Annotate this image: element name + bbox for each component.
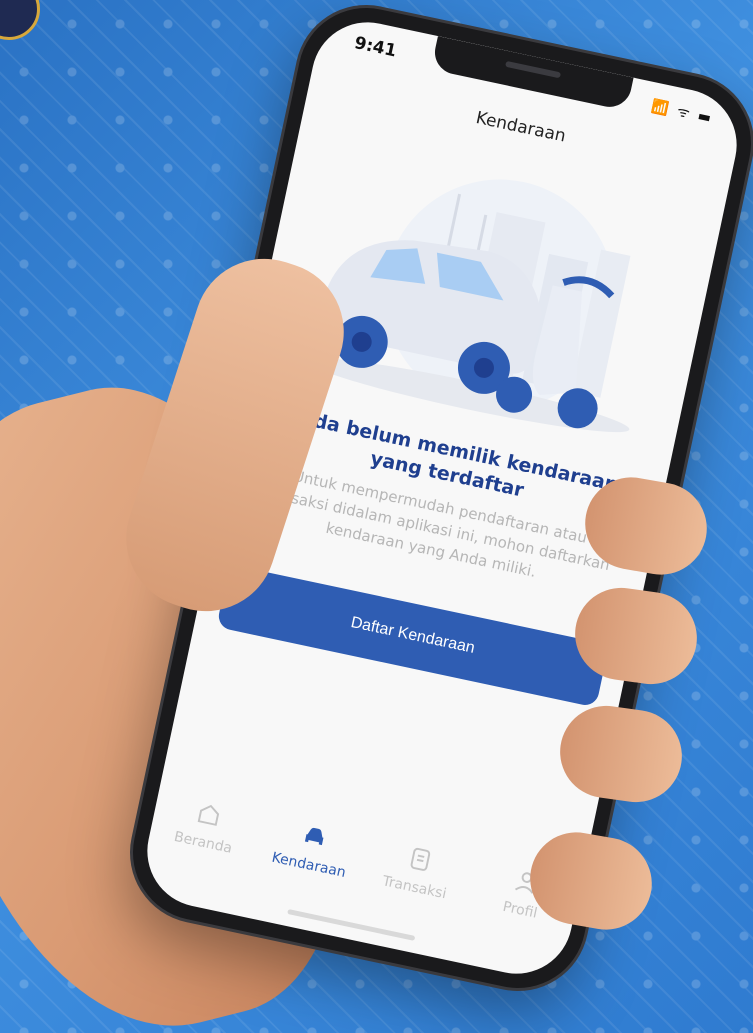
bottom-tab-bar: Beranda Kendaraan Transaksi Profil	[144, 771, 585, 949]
status-time: 9:41	[352, 33, 399, 62]
status-icons: 📶 ᯤ ▬	[650, 98, 715, 127]
tab-label: Beranda	[172, 828, 234, 857]
background-stage: 9:41 📶 ᯤ ▬ Kendaraan Anda belum memilik …	[0, 0, 753, 1033]
car-icon	[304, 827, 324, 846]
tab-kendaraan[interactable]: Kendaraan	[263, 815, 361, 883]
tab-beranda[interactable]: Beranda	[157, 792, 255, 860]
receipt-icon	[410, 847, 431, 871]
tab-transaksi[interactable]: Transaksi	[369, 837, 467, 905]
tab-label: Kendaraan	[270, 849, 348, 881]
home-indicator	[287, 909, 416, 941]
home-icon	[197, 804, 220, 826]
tab-label: Transaksi	[380, 873, 448, 903]
tab-label: Profil	[501, 898, 539, 922]
speaker-grille	[505, 60, 562, 79]
